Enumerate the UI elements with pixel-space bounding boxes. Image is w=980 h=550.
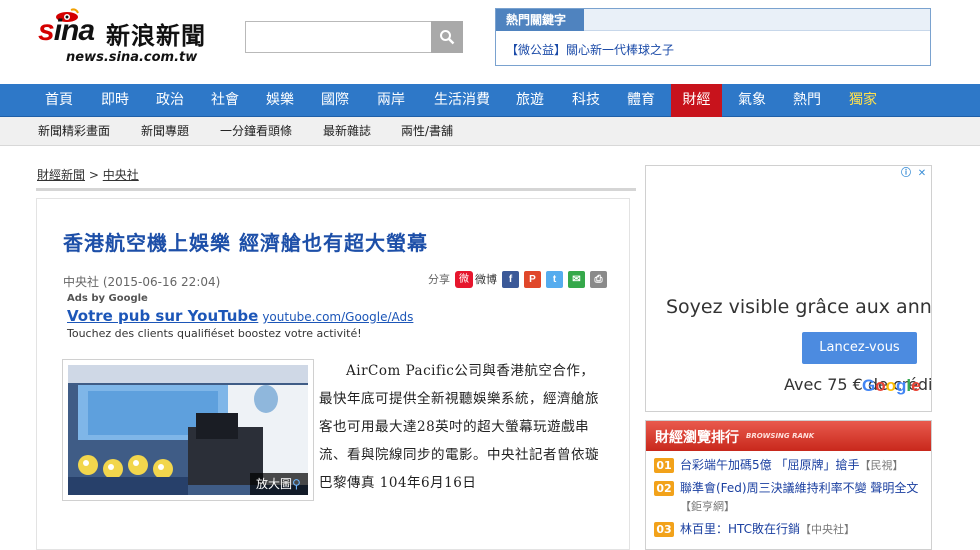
nav-item-home[interactable]: 首頁: [32, 84, 86, 117]
twitter-icon[interactable]: t: [546, 270, 563, 288]
article-title: 香港航空機上娛樂 經濟艙也有超大螢幕: [63, 231, 428, 255]
search-input[interactable]: [245, 21, 431, 53]
subnav-item-topics[interactable]: 新聞專題: [141, 117, 189, 146]
nav-item-entertainment[interactable]: 娛樂: [253, 84, 307, 117]
hot-keywords-tabbar: [584, 9, 930, 31]
enlarge-image-button[interactable]: 放大圖⚲: [250, 473, 308, 495]
nav-item-lifestyle[interactable]: 生活消費: [424, 84, 500, 117]
nav-item-exclusive[interactable]: 獨家: [836, 84, 890, 117]
rank-source: 【鉅亨網】: [680, 500, 735, 513]
share-weibo-button[interactable]: 微 微博: [455, 270, 497, 288]
list-item[interactable]: 02 聯準會(Fed)周三決議維持利率不變 聲明全文【鉅亨網】: [654, 479, 923, 516]
logo-url: news.sina.com.tw: [66, 50, 198, 65]
hot-keywords-box: 熱門關鍵字 【微公益】關心新一代棒球之子: [495, 8, 931, 66]
sub-nav: 新聞精彩畫面 新聞專題 一分鐘看頭條 最新雜誌 兩性/書舖: [0, 117, 980, 146]
text-ad: Ads by Google Votre pub sur YouTube youtu…: [67, 293, 413, 340]
list-item[interactable]: 03 林百里：HTC敗在行銷【中央社】: [654, 520, 923, 539]
nav-item-cross-strait[interactable]: 兩岸: [364, 84, 418, 117]
hot-keywords-tab[interactable]: 熱門關鍵字: [496, 9, 584, 31]
weibo-label: 微博: [475, 273, 497, 286]
search-bar: [245, 21, 463, 53]
facebook-icon[interactable]: f: [502, 270, 519, 288]
weibo-icon: 微: [455, 270, 473, 288]
site-header: sina 新浪新聞 news.sina.com.tw 熱門關鍵字 【微公益】關心…: [0, 0, 980, 84]
article-meta: 中央社 (2015-06-16 22:04): [63, 275, 221, 289]
breadcrumb-section-link[interactable]: 財經新聞: [37, 168, 85, 182]
ad-title[interactable]: Votre pub sur YouTube: [67, 307, 258, 325]
plurk-icon[interactable]: P: [524, 270, 541, 288]
article-panel: 香港航空機上娛樂 經濟艙也有超大螢幕 中央社 (2015-06-16 22:04…: [36, 198, 630, 550]
nav-item-latest[interactable]: 即時: [88, 84, 142, 117]
nav-item-international[interactable]: 國際: [308, 84, 362, 117]
email-icon[interactable]: ✉: [568, 270, 585, 288]
breadcrumb-source-link[interactable]: 中央社: [103, 168, 139, 182]
share-bar: 分享 微 微博 f P t ✉ ⎙: [428, 269, 607, 289]
rank-source: 【民視】: [859, 459, 904, 472]
nav-item-sports[interactable]: 體育: [614, 84, 668, 117]
breadcrumb-divider: [36, 188, 636, 191]
ranking-list: 01 台彩端午加碼5億 「屈原牌」搶手【民視】 02 聯準會(Fed)周三決議維…: [646, 451, 931, 539]
rank-link[interactable]: 林百里：HTC敗在行銷: [680, 522, 800, 536]
ad-url[interactable]: youtube.com/Google/Ads: [262, 310, 413, 324]
ad-close-icon[interactable]: ✕: [915, 167, 929, 181]
logo-brand: sina: [38, 14, 95, 47]
sina-logo[interactable]: sina 新浪新聞 news.sina.com.tw: [38, 8, 228, 68]
subnav-item-magazines[interactable]: 最新雜誌: [323, 117, 371, 146]
rank-link[interactable]: 台彩端午加碼5億 「屈原牌」搶手: [680, 458, 859, 472]
photo-image[interactable]: 放大圖⚲: [68, 365, 308, 495]
nav-item-travel[interactable]: 旅遊: [503, 84, 557, 117]
breadcrumb: 財經新聞 > 中央社: [37, 166, 139, 183]
ad-choices: ⓘ ✕: [899, 167, 929, 181]
rank-number: 03: [654, 522, 674, 537]
ad-link[interactable]: Votre pub sur YouTube youtube.com/Google/…: [67, 307, 413, 325]
ad-headline: Soyez visible grâce aux annc: [666, 296, 932, 318]
breadcrumb-separator: >: [88, 168, 99, 182]
rank-link[interactable]: 聯準會(Fed)周三決議維持利率不變 聲明全文: [680, 481, 918, 495]
subnav-item-highlights[interactable]: 新聞精彩畫面: [38, 117, 110, 146]
nav-item-popular[interactable]: 熱門: [780, 84, 834, 117]
subnav-item-headlines[interactable]: 一分鐘看頭條: [220, 117, 292, 146]
nav-item-tech[interactable]: 科技: [559, 84, 613, 117]
google-logo: Google: [862, 376, 921, 395]
list-item[interactable]: 01 台彩端午加碼5億 「屈原牌」搶手【民視】: [654, 456, 923, 475]
magnifier-icon: ⚲: [292, 477, 301, 491]
article-body: AirCom Pacific公司與香港航空合作，最快年底可提供全新視聽娛樂系統，…: [319, 363, 599, 491]
search-icon: [440, 30, 455, 45]
display-ad[interactable]: ⓘ ✕ Soyez visible grâce aux annc Lancez-…: [645, 165, 932, 412]
ranking-subtitle: BROWSING RANK: [746, 432, 815, 440]
print-icon[interactable]: ⎙: [590, 270, 607, 288]
share-label: 分享: [428, 273, 450, 286]
ad-attribution: Ads by Google: [67, 293, 148, 304]
finance-ranking-box: 財經瀏覽排行 BROWSING RANK 01 台彩端午加碼5億 「屈原牌」搶手…: [645, 420, 932, 550]
search-button[interactable]: [431, 21, 463, 53]
main-nav: 首頁 即時 政治 社會 娛樂 國際 兩岸 生活消費 旅遊 科技 體育 財經 氣象…: [0, 84, 980, 117]
nav-item-finance[interactable]: 財經: [671, 84, 722, 117]
nav-item-society[interactable]: 社會: [198, 84, 252, 117]
ranking-title: 財經瀏覽排行: [655, 430, 739, 446]
ad-cta-button[interactable]: Lancez-vous: [802, 332, 917, 364]
rank-number: 02: [654, 481, 674, 496]
logo-chinese-name: 新浪新聞: [106, 22, 206, 50]
enlarge-label: 放大圖: [256, 477, 293, 491]
nav-item-weather[interactable]: 氣象: [725, 84, 779, 117]
rank-source: 【中央社】: [800, 523, 856, 536]
article-photo[interactable]: 放大圖⚲: [62, 359, 314, 501]
hot-keyword-link[interactable]: 【微公益】關心新一代棒球之子: [506, 41, 674, 58]
ad-description: Touchez des clients qualifiéset boostez …: [67, 327, 362, 340]
nav-item-politics[interactable]: 政治: [143, 84, 197, 117]
subnav-item-books[interactable]: 兩性/書舖: [401, 117, 453, 146]
rank-number: 01: [654, 458, 674, 473]
ad-info-icon[interactable]: ⓘ: [899, 167, 913, 181]
ranking-header: 財經瀏覽排行 BROWSING RANK: [646, 421, 931, 451]
